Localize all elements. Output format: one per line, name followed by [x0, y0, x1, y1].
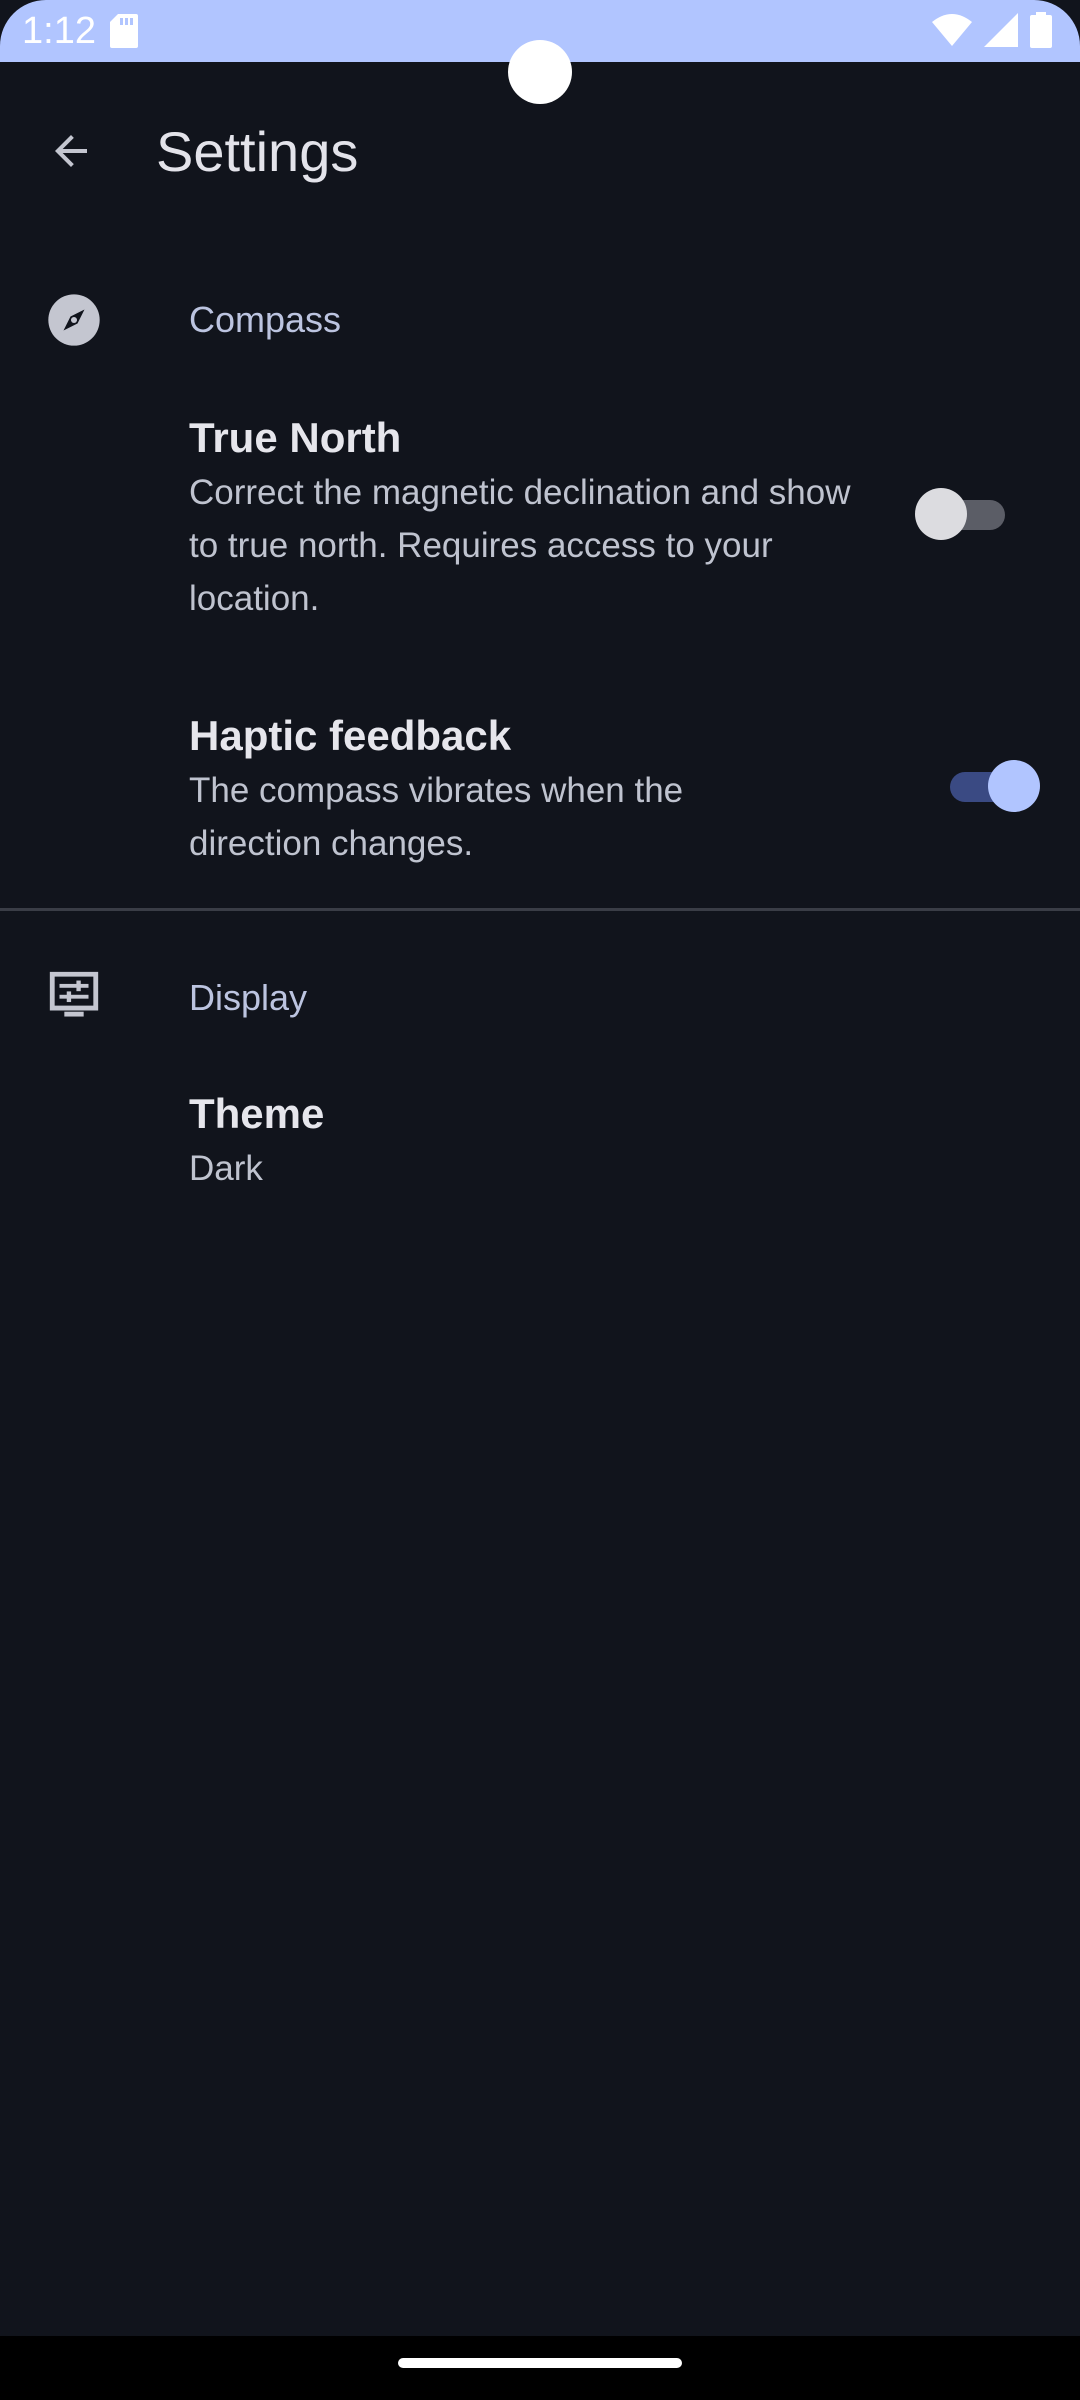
pref-summary: The compass vibrates when the direction … [189, 771, 684, 863]
switch-thumb [915, 488, 967, 540]
pref-summary: Dark [189, 1149, 263, 1188]
display-settings-icon [44, 966, 104, 1026]
section-title-compass: Compass [189, 299, 342, 340]
cellular-signal-icon [984, 13, 1018, 52]
pref-summary: Correct the magnetic declination and sho… [189, 473, 851, 618]
true-north-switch[interactable] [915, 484, 1015, 544]
status-time: 1:12 [22, 10, 96, 52]
haptic-feedback-switch[interactable] [940, 756, 1040, 816]
pref-title: Haptic feedback [189, 712, 512, 759]
back-button[interactable] [30, 112, 112, 194]
pref-theme[interactable]: Theme Dark [0, 1066, 1080, 1206]
settings-screen: 1:12 Settings Compass True North Correct… [0, 0, 1080, 2400]
section-divider [0, 908, 1080, 911]
switch-thumb [988, 760, 1040, 812]
wifi-icon [932, 13, 972, 52]
camera-cutout [508, 40, 572, 104]
gesture-handle[interactable] [398, 2358, 682, 2368]
battery-icon [1030, 12, 1052, 53]
navigation-bar [0, 2336, 1080, 2400]
arrow-back-icon [47, 127, 95, 180]
pref-true-north[interactable]: True North Correct the magnetic declinat… [0, 390, 1080, 650]
section-title-display: Display [189, 977, 308, 1018]
page-title: Settings [156, 120, 359, 183]
pref-title: Theme [189, 1090, 325, 1137]
pref-haptic-feedback[interactable]: Haptic feedback The compass vibrates whe… [0, 690, 1080, 890]
pref-title: True North [189, 414, 402, 461]
compass-icon [44, 290, 104, 350]
sd-card-icon [110, 14, 138, 53]
